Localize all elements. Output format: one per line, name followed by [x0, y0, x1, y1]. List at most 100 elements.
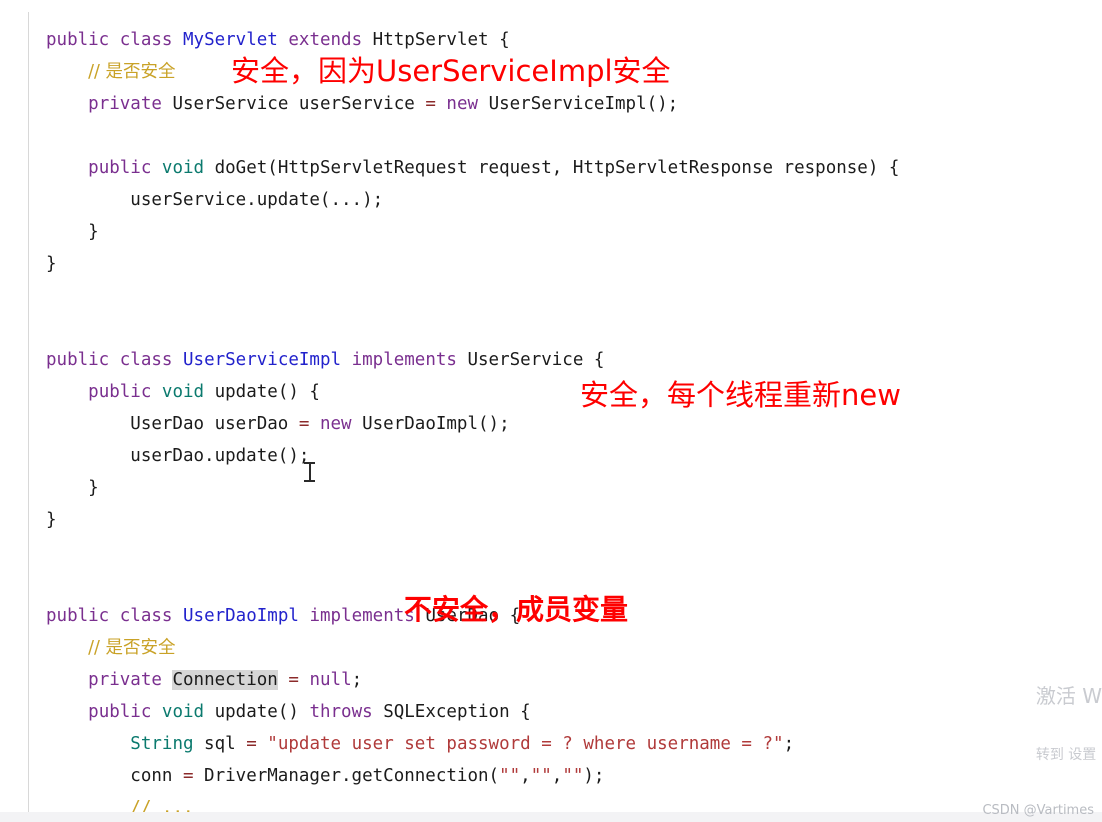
editor-bottom-band	[0, 812, 1102, 822]
code-line[interactable]: public void doGet(HttpServletRequest req…	[46, 152, 899, 184]
code-token: Connection	[172, 670, 278, 690]
code-token: }	[46, 222, 99, 242]
code-line[interactable]: private UserService userService = new Us…	[46, 88, 899, 120]
code-token: // 是否安全	[88, 638, 176, 658]
code-token: UserServiceImpl	[183, 350, 342, 370]
code-editor-canvas[interactable]: public class MyServlet extends HttpServl…	[0, 0, 1102, 822]
code-line[interactable]	[46, 536, 899, 568]
code-line[interactable]	[46, 120, 899, 152]
code-token: SQLException {	[372, 702, 531, 722]
code-line[interactable]: }	[46, 248, 899, 280]
annotation-safe-new-per-thread: 安全，每个线程重新new	[580, 378, 901, 412]
code-token: ""	[562, 766, 584, 786]
code-token: );	[583, 766, 605, 786]
code-token: UserDaoImpl();	[351, 414, 510, 434]
code-token: public	[46, 350, 110, 370]
ibeam-stem	[309, 464, 311, 480]
code-line[interactable]: private Connection = null;	[46, 664, 899, 696]
code-content[interactable]: public class MyServlet extends HttpServl…	[46, 24, 899, 822]
code-token: MyServlet	[183, 30, 278, 50]
code-token: doGet(HttpServletRequest request, HttpSe…	[204, 158, 900, 178]
code-line[interactable]: userService.update(...);	[46, 184, 899, 216]
code-line[interactable]: public class UserServiceImpl implements …	[46, 344, 899, 376]
text-ibeam-cursor	[304, 462, 315, 482]
windows-activation-title: 激活 W	[1035, 684, 1102, 708]
code-token: update()	[204, 702, 310, 722]
code-token: public	[88, 702, 152, 722]
code-line[interactable]: userDao.update();	[46, 440, 899, 472]
code-token: null	[309, 670, 352, 690]
code-token: ,	[551, 766, 563, 786]
code-line[interactable]: }	[46, 216, 899, 248]
code-line[interactable]: public void update() throws SQLException…	[46, 696, 899, 728]
code-line[interactable]: }	[46, 504, 899, 536]
code-token: =	[425, 94, 436, 114]
code-token: class	[119, 350, 173, 370]
code-token: =	[246, 734, 257, 754]
code-token: public	[88, 382, 152, 402]
code-token: HttpServlet {	[362, 30, 510, 50]
code-token: UserService userService	[161, 94, 426, 114]
code-token: "update user set password = ? where user…	[267, 734, 784, 754]
code-token: ,	[520, 766, 531, 786]
code-line[interactable]	[46, 280, 899, 312]
code-token: new	[319, 414, 352, 434]
code-line[interactable]: }	[46, 472, 899, 504]
code-token: public	[46, 30, 110, 50]
code-token: void	[161, 158, 205, 178]
code-token: extends	[288, 30, 363, 50]
code-token: update() {	[204, 382, 320, 402]
windows-activation-subtitle: 转到 设置	[1035, 747, 1097, 763]
editor-left-rule	[28, 12, 29, 812]
code-token: ""	[499, 766, 521, 786]
code-line[interactable]: String sql = "update user set password =…	[46, 728, 899, 760]
windows-activation-watermark: 激活 W 转到 设置	[1036, 646, 1102, 802]
code-token: String	[130, 734, 194, 754]
code-token: throws	[309, 702, 373, 722]
code-line[interactable]: public class MyServlet extends HttpServl…	[46, 24, 899, 56]
code-token: }	[46, 478, 99, 498]
code-token: userDao.update();	[46, 446, 310, 466]
code-token: =	[288, 670, 299, 690]
code-token: }	[46, 254, 57, 274]
code-line[interactable]: conn = DriverManager.getConnection("",""…	[46, 760, 899, 792]
code-token: ""	[530, 766, 552, 786]
code-token: ;	[783, 734, 795, 754]
code-line[interactable]: // 是否安全	[46, 632, 899, 664]
code-line[interactable]: UserDao userDao = new UserDaoImpl();	[46, 408, 899, 440]
code-token: // 是否安全	[88, 62, 176, 82]
code-token: conn	[46, 766, 183, 786]
code-token: }	[46, 510, 57, 530]
code-token: public	[46, 606, 110, 626]
code-token: ;	[351, 670, 363, 690]
code-line[interactable]	[46, 312, 899, 344]
code-token: UserDao userDao	[46, 414, 299, 434]
code-token: class	[119, 606, 173, 626]
code-token: userService.update(...);	[46, 190, 384, 210]
ibeam-bottom-serif	[304, 480, 315, 482]
code-token: DriverManager.getConnection(	[193, 766, 500, 786]
code-token: UserDaoImpl	[183, 606, 299, 626]
code-token: void	[161, 702, 205, 722]
code-token: implements	[309, 606, 415, 626]
annotation-unsafe-member-variable: 不安全，成员变量	[404, 593, 629, 626]
